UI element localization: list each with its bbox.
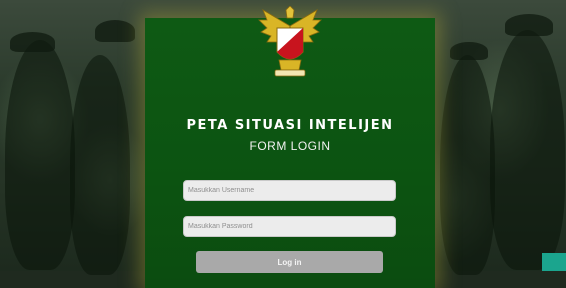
beret-shape: [95, 20, 135, 42]
beret-shape: [450, 42, 488, 60]
login-button[interactable]: Log in: [196, 251, 383, 273]
beret-shape: [505, 14, 553, 36]
soldier-silhouette: [5, 40, 75, 270]
password-input[interactable]: [183, 216, 396, 237]
corner-widget[interactable]: [542, 253, 566, 271]
soldier-silhouette: [440, 55, 495, 275]
app-title: PETA SITUASI INTELIJEN: [186, 118, 394, 133]
beret-shape: [10, 32, 55, 52]
form-title: FORM LOGIN: [249, 139, 331, 153]
username-input[interactable]: [183, 180, 396, 201]
military-eagle-emblem-icon: [258, 6, 322, 77]
soldier-silhouette: [490, 30, 565, 270]
soldier-silhouette: [70, 55, 130, 275]
